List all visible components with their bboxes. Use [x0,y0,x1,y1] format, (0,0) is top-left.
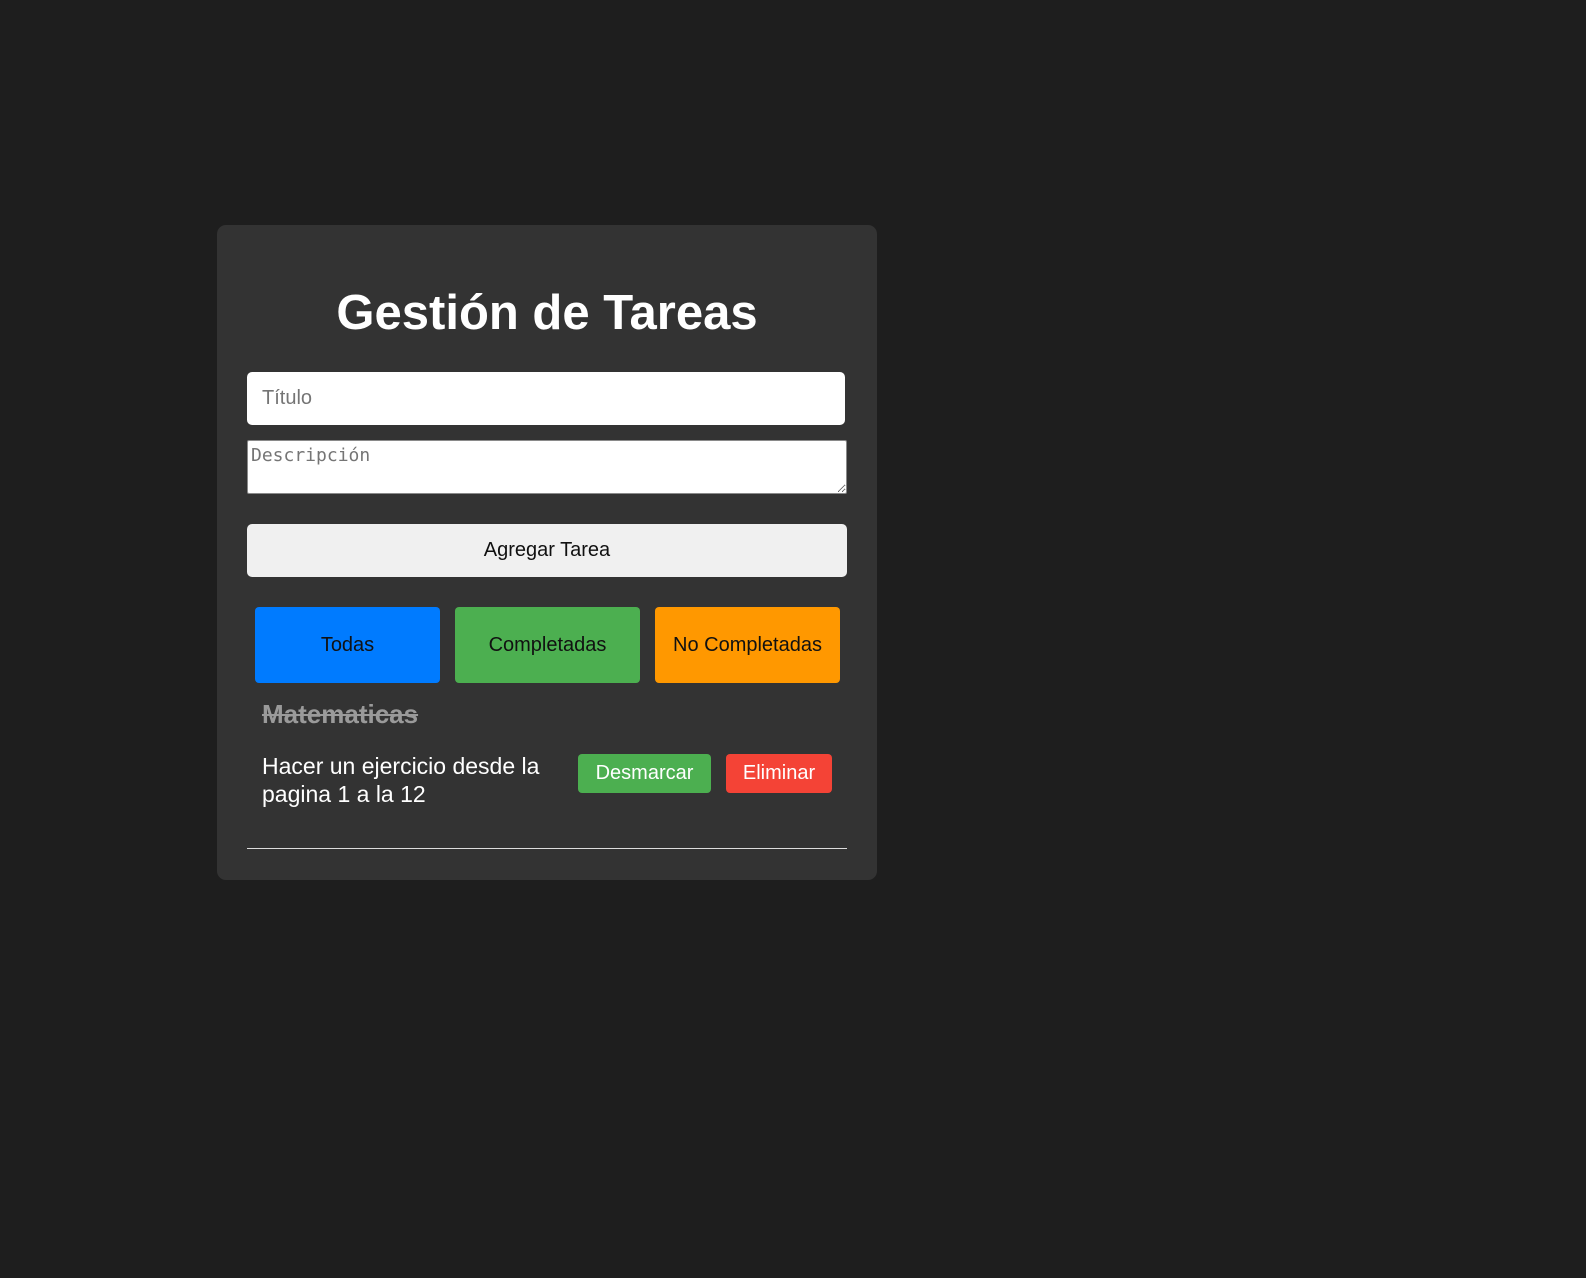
description-textarea[interactable] [247,440,847,494]
delete-button[interactable]: Eliminar [726,754,832,793]
filter-completed-button[interactable]: Completadas [455,607,640,683]
filter-pending-button[interactable]: No Completadas [655,607,840,683]
unmark-button[interactable]: Desmarcar [578,754,711,793]
page-title: Gestión de Tareas [336,286,758,340]
title-input[interactable] [247,372,845,425]
filter-all-button[interactable]: Todas [255,607,440,683]
task-divider [247,848,847,849]
add-task-button[interactable]: Agregar Tarea [247,524,847,577]
task-manager-card: Gestión de Tareas Agregar Tarea Todas Co… [217,225,877,880]
task-description: Hacer un ejercicio desde la pagina 1 a l… [262,753,540,807]
task-title: Matematicas [262,699,419,729]
